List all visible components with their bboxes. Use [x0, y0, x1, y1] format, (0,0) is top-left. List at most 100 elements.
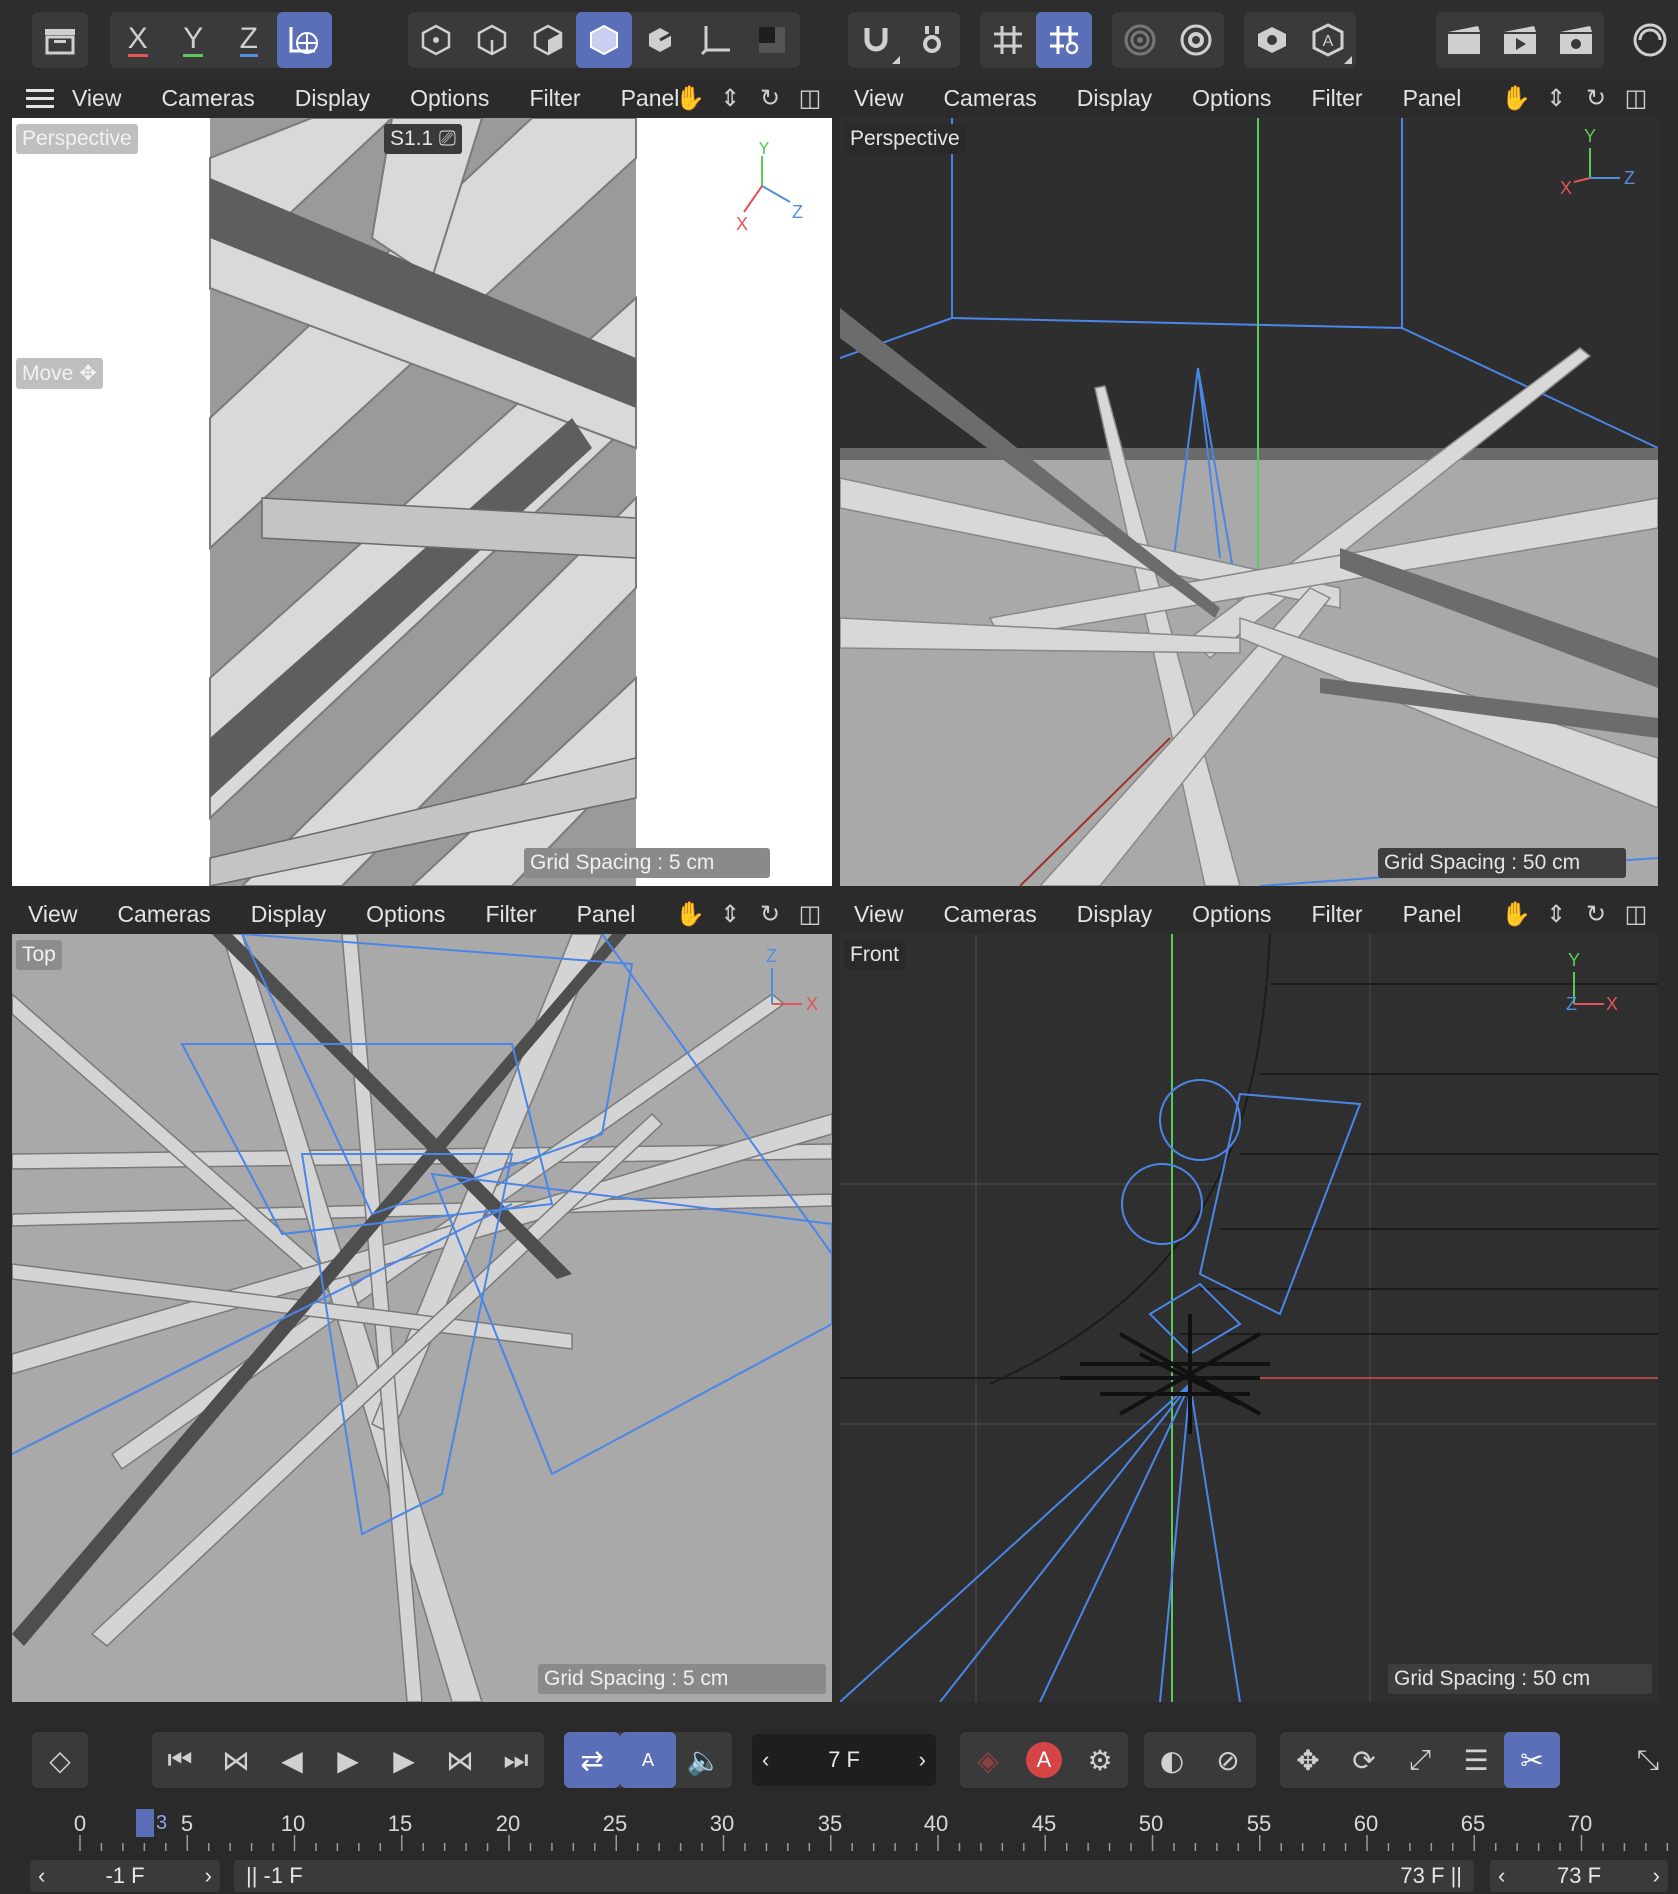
menu-panel[interactable]: Panel — [1403, 901, 1462, 928]
previous-key-icon[interactable]: ⋈ — [208, 1732, 264, 1788]
pan-hand-icon[interactable]: ✋ — [1500, 898, 1532, 930]
frame-prev-arrow-icon[interactable]: ‹ — [762, 1747, 769, 1773]
previous-frame-icon[interactable]: ◀ — [264, 1732, 320, 1788]
hamburger-icon[interactable] — [26, 88, 54, 108]
viewport-canvas[interactable]: Top Z X Grid Spacing : 5 cm — [12, 934, 832, 1702]
rotation-key-icon[interactable]: ⟳ — [1336, 1732, 1392, 1788]
menu-display[interactable]: Display — [1077, 85, 1152, 112]
sound-icon[interactable]: 🔈 — [676, 1732, 732, 1788]
edges-mode-icon[interactable] — [464, 12, 520, 68]
menu-display[interactable]: Display — [251, 901, 326, 928]
move-view-icon[interactable]: ⇕ — [714, 82, 746, 114]
uv-mode-icon[interactable] — [632, 12, 688, 68]
render-view-icon[interactable] — [1436, 12, 1492, 68]
menu-options[interactable]: Options — [1192, 85, 1271, 112]
cinema-logo-icon[interactable] — [1622, 12, 1678, 68]
view-icon[interactable] — [1244, 12, 1300, 68]
loop-icon[interactable]: ⇄ — [564, 1732, 620, 1788]
maximize-view-icon[interactable]: ◫ — [794, 82, 826, 114]
record-settings-icon[interactable]: ⚙ — [1072, 1732, 1128, 1788]
move-view-icon[interactable]: ⇕ — [1540, 82, 1572, 114]
maximize-view-icon[interactable]: ◫ — [1620, 82, 1652, 114]
maximize-view-icon[interactable]: ◫ — [794, 898, 826, 930]
viewport-canvas[interactable]: Perspective Y Z X Grid Spacing : 50 cm — [840, 118, 1658, 886]
menu-cameras[interactable]: Cameras — [943, 85, 1036, 112]
y-axis-icon[interactable]: Y — [166, 12, 222, 68]
keyframe-diamond-icon[interactable]: ◇ — [32, 1732, 88, 1788]
menu-cameras[interactable]: Cameras — [161, 85, 254, 112]
menu-view[interactable]: View — [72, 85, 121, 112]
move-view-icon[interactable]: ⇕ — [714, 898, 746, 930]
current-frame-field[interactable]: ‹ 7 F › — [752, 1734, 936, 1786]
workplane-icon[interactable] — [1036, 12, 1092, 68]
viewport-front[interactable]: View Cameras Display Options Filter Pane… — [840, 894, 1658, 1702]
timeline-expand-icon[interactable]: ⤡ — [1620, 1732, 1676, 1788]
mouse-key-icon[interactable]: ◐ — [1144, 1732, 1200, 1788]
viewport-name-label[interactable]: Perspective — [16, 124, 138, 154]
maximize-view-icon[interactable]: ◫ — [1620, 898, 1652, 930]
go-to-end-icon[interactable]: ⏭ — [488, 1732, 544, 1788]
move-view-icon[interactable]: ⇕ — [1540, 898, 1572, 930]
viewport-name-label[interactable]: Perspective — [844, 124, 966, 154]
menu-panel[interactable]: Panel — [1403, 85, 1462, 112]
auto-keyframe-icon[interactable]: A — [620, 1732, 676, 1788]
render-settings-icon[interactable] — [1548, 12, 1604, 68]
menu-display[interactable]: Display — [1077, 901, 1152, 928]
menu-options[interactable]: Options — [410, 85, 489, 112]
texture-mode-icon[interactable] — [744, 12, 800, 68]
menu-filter[interactable]: Filter — [1311, 901, 1362, 928]
pan-hand-icon[interactable]: ✋ — [674, 898, 706, 930]
go-to-start-icon[interactable]: ⏮ — [152, 1732, 208, 1788]
menu-display[interactable]: Display — [295, 85, 370, 112]
menu-panel[interactable]: Panel — [621, 85, 680, 112]
point-level-key-icon[interactable]: ✂ — [1504, 1732, 1560, 1788]
menu-filter[interactable]: Filter — [485, 901, 536, 928]
viewport-top[interactable]: View Cameras Display Options Filter Pane… — [12, 894, 832, 1702]
range-start-prev-icon[interactable]: ‹ — [38, 1863, 45, 1889]
rotate-view-icon[interactable]: ↻ — [1580, 898, 1612, 930]
render-picture-icon[interactable] — [1492, 12, 1548, 68]
menu-view[interactable]: View — [854, 901, 903, 928]
next-key-icon[interactable]: ⋈ — [432, 1732, 488, 1788]
pla-key-icon[interactable]: ⊘ — [1200, 1732, 1256, 1788]
menu-filter[interactable]: Filter — [1311, 85, 1362, 112]
range-end-next-icon[interactable]: › — [1653, 1863, 1660, 1889]
render-auto-icon[interactable]: A — [1300, 12, 1356, 68]
grid-icon[interactable] — [980, 12, 1036, 68]
timeline-ruler[interactable]: 0 5 10 15 20 25 30 35 40 45 50 55 60 65 … — [0, 1805, 1678, 1855]
viewport-canvas[interactable]: Front Y X Z Grid Spacing : 50 cm — [840, 934, 1658, 1702]
rotate-view-icon[interactable]: ↻ — [754, 898, 786, 930]
viewport-perspective-camera[interactable]: View Cameras Display Options Filter Pane… — [12, 78, 832, 886]
menu-options[interactable]: Options — [366, 901, 445, 928]
snap-settings-icon[interactable] — [904, 12, 960, 68]
viewport-canvas[interactable]: Perspective S1.1 ⎚ Move ✥ Y Z X Grid Spa… — [12, 118, 832, 886]
range-left-handle[interactable]: || -1 F — [246, 1863, 303, 1889]
viewport-name-label[interactable]: Front — [844, 940, 906, 970]
axis-mode-icon[interactable] — [688, 12, 744, 68]
range-start-next-icon[interactable]: › — [205, 1863, 212, 1889]
playhead[interactable]: 3 — [136, 1809, 167, 1837]
record-icon[interactable]: ◈ — [960, 1732, 1016, 1788]
rotate-view-icon[interactable]: ↻ — [1580, 82, 1612, 114]
range-right-handle[interactable]: 73 F || — [1400, 1863, 1462, 1889]
frame-next-arrow-icon[interactable]: › — [919, 1747, 926, 1773]
scale-key-icon[interactable]: ⤢ — [1392, 1732, 1448, 1788]
position-key-icon[interactable]: ✥ — [1280, 1732, 1336, 1788]
parameter-key-icon[interactable]: ☰ — [1448, 1732, 1504, 1788]
menu-view[interactable]: View — [28, 901, 77, 928]
pan-hand-icon[interactable]: ✋ — [1500, 82, 1532, 114]
model-mode-icon[interactable] — [576, 12, 632, 68]
next-frame-icon[interactable]: ▶ — [376, 1732, 432, 1788]
menu-filter[interactable]: Filter — [529, 85, 580, 112]
menu-cameras[interactable]: Cameras — [117, 901, 210, 928]
menu-options[interactable]: Options — [1192, 901, 1271, 928]
solo-icon[interactable] — [1112, 12, 1168, 68]
camera-tag[interactable]: S1.1 ⎚ — [384, 124, 462, 154]
world-coords-icon[interactable] — [276, 12, 332, 68]
pan-hand-icon[interactable]: ✋ — [674, 82, 706, 114]
polygons-mode-icon[interactable] — [520, 12, 576, 68]
points-mode-icon[interactable] — [408, 12, 464, 68]
autokey-record-icon[interactable]: A — [1016, 1732, 1072, 1788]
menu-panel[interactable]: Panel — [577, 901, 636, 928]
z-axis-icon[interactable]: Z — [221, 12, 277, 68]
